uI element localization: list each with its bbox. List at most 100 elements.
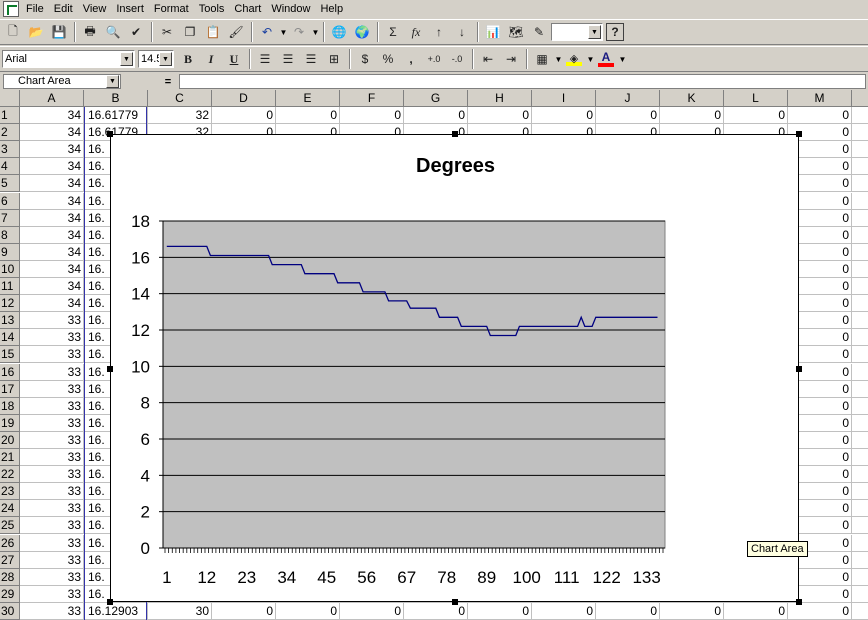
row-header[interactable]: 11 xyxy=(0,278,20,295)
row-header[interactable]: 9 xyxy=(0,243,20,261)
row-header[interactable]: 7 xyxy=(0,209,20,227)
cell-a29[interactable]: 33 xyxy=(20,585,84,603)
column-header-e[interactable]: E xyxy=(276,90,340,107)
font-name-dropdown-icon[interactable]: ▼ xyxy=(120,52,133,66)
column-header-n[interactable]: N xyxy=(852,90,868,107)
column-header-f[interactable]: F xyxy=(340,90,404,107)
cell-n8[interactable] xyxy=(852,227,868,244)
formula-input[interactable] xyxy=(179,74,866,89)
row-header[interactable]: 3 xyxy=(0,141,20,159)
paste-function-icon[interactable]: fx xyxy=(405,21,427,43)
sort-ascending-icon[interactable]: ↑ xyxy=(428,21,450,43)
resize-handle-bottom-right[interactable] xyxy=(796,599,802,605)
row-header[interactable]: 12 xyxy=(0,295,20,313)
name-box-dropdown-icon[interactable]: ▼ xyxy=(106,75,119,88)
cell-n21[interactable] xyxy=(852,449,868,466)
cell-a11[interactable]: 34 xyxy=(20,278,84,295)
column-header-c[interactable]: C xyxy=(148,90,212,107)
cut-icon[interactable]: ✂ xyxy=(156,21,178,43)
cell-a2[interactable]: 34 xyxy=(20,124,84,142)
underline-button[interactable]: U xyxy=(223,48,245,70)
worksheet-grid[interactable]: ABCDEFGHIJKLMN 13416.6177932000000000023… xyxy=(0,90,868,620)
font-color-icon[interactable]: A xyxy=(595,48,617,70)
cell-n5[interactable] xyxy=(852,175,868,193)
web-toolbar-icon[interactable]: 🌍 xyxy=(351,21,373,43)
cell-a7[interactable]: 34 xyxy=(20,209,84,227)
row-header[interactable]: 21 xyxy=(0,449,20,466)
cell-d30[interactable]: 0 xyxy=(212,602,276,620)
row-header[interactable]: 24 xyxy=(0,500,20,518)
paste-icon[interactable]: 📋 xyxy=(202,21,224,43)
chart-wizard-icon[interactable]: 📊 xyxy=(482,21,504,43)
cell-n20[interactable] xyxy=(852,432,868,449)
cell-d1[interactable]: 0 xyxy=(212,107,276,124)
resize-handle-top[interactable] xyxy=(452,131,458,137)
drawing-icon[interactable]: ✎ xyxy=(528,21,550,43)
cell-a18[interactable]: 33 xyxy=(20,397,84,415)
cell-n18[interactable] xyxy=(852,398,868,415)
resize-handle-left[interactable] xyxy=(107,366,113,372)
resize-handle-bottom-left[interactable] xyxy=(107,599,113,605)
row-header[interactable]: 30 xyxy=(0,602,20,620)
cell-n4[interactable] xyxy=(852,158,868,176)
cell-a25[interactable]: 33 xyxy=(20,517,84,535)
increase-indent-icon[interactable]: ⇥ xyxy=(500,48,522,70)
column-header-m[interactable]: M xyxy=(788,90,852,107)
cell-n22[interactable] xyxy=(852,466,868,484)
print-preview-icon[interactable]: 🔍 xyxy=(102,21,124,43)
menu-file[interactable]: File xyxy=(21,1,49,17)
name-box[interactable]: Chart Area ▼ xyxy=(3,74,121,89)
cell-n14[interactable] xyxy=(852,329,868,347)
format-painter-icon[interactable]: 🖌 xyxy=(225,21,247,43)
row-header[interactable]: 29 xyxy=(0,585,20,603)
cell-n24[interactable] xyxy=(852,500,868,518)
font-size-combo[interactable]: 14.5 ▼ xyxy=(138,50,174,68)
cell-a27[interactable]: 33 xyxy=(20,551,84,569)
comma-button[interactable]: , xyxy=(400,48,422,70)
row-header[interactable]: 13 xyxy=(0,312,20,330)
cell-a16[interactable]: 33 xyxy=(20,363,84,381)
zoom-dropdown-icon[interactable]: ▼ xyxy=(588,25,601,39)
font-size-dropdown-icon[interactable]: ▼ xyxy=(159,52,172,66)
print-icon[interactable]: 🖶 xyxy=(79,21,101,43)
cell-i30[interactable]: 0 xyxy=(532,602,596,620)
excel-app-icon[interactable] xyxy=(3,1,19,17)
row-header[interactable]: 5 xyxy=(0,175,20,193)
open-icon[interactable]: 📂 xyxy=(25,21,47,43)
decrease-decimal-icon[interactable]: -.0 xyxy=(446,48,468,70)
row-header[interactable]: 8 xyxy=(0,226,20,244)
cell-n10[interactable] xyxy=(852,261,868,278)
menu-format[interactable]: Format xyxy=(149,1,194,17)
row-header[interactable]: 2 xyxy=(0,124,20,142)
column-header-k[interactable]: K xyxy=(660,90,724,107)
row-header[interactable]: 27 xyxy=(0,551,20,569)
row-header[interactable]: 26 xyxy=(0,534,20,552)
cell-n26[interactable] xyxy=(852,535,868,552)
cell-a20[interactable]: 33 xyxy=(20,431,84,449)
cell-n9[interactable] xyxy=(852,244,868,261)
cell-a14[interactable]: 33 xyxy=(20,329,84,347)
autosum-icon[interactable]: Σ xyxy=(382,21,404,43)
resize-handle-top-left[interactable] xyxy=(107,131,113,137)
cell-a15[interactable]: 33 xyxy=(20,346,84,364)
undo-dropdown-icon[interactable]: ▼ xyxy=(279,21,288,43)
row-header[interactable]: 1 xyxy=(0,107,20,124)
cell-n6[interactable] xyxy=(852,193,868,210)
currency-button[interactable]: $ xyxy=(354,48,376,70)
cell-n11[interactable] xyxy=(852,278,868,295)
row-header[interactable]: 6 xyxy=(0,192,20,210)
cell-j30[interactable]: 0 xyxy=(596,602,660,620)
cell-b1[interactable]: 16.61779 xyxy=(84,107,148,124)
resize-handle-bottom[interactable] xyxy=(452,599,458,605)
borders-icon[interactable]: ▦ xyxy=(531,48,553,70)
menu-tools[interactable]: Tools xyxy=(194,1,230,17)
row-header[interactable]: 14 xyxy=(0,329,20,347)
cell-n15[interactable] xyxy=(852,346,868,364)
row-header[interactable]: 16 xyxy=(0,363,20,381)
cell-k1[interactable]: 0 xyxy=(660,107,724,124)
align-center-icon[interactable]: ☰ xyxy=(277,48,299,70)
font-name-combo[interactable]: Arial ▼ xyxy=(2,50,135,68)
cell-h30[interactable]: 0 xyxy=(468,602,532,620)
cell-l1[interactable]: 0 xyxy=(724,107,788,124)
cell-e30[interactable]: 0 xyxy=(276,602,340,620)
